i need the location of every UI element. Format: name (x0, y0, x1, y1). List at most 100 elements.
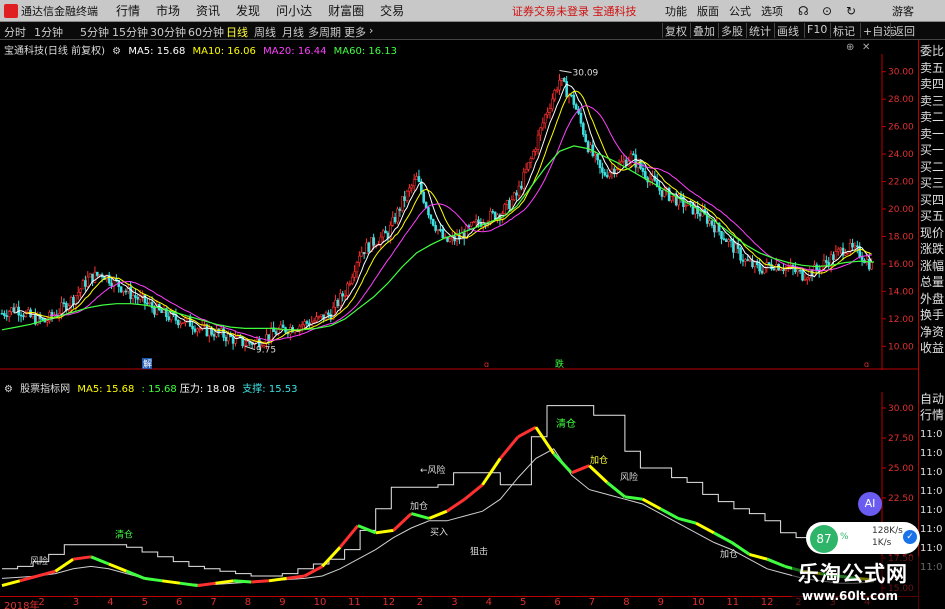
candle-body (851, 242, 854, 248)
candle-body (45, 320, 49, 323)
candle-body (136, 297, 140, 300)
candle-body (679, 194, 683, 198)
zoom-icon[interactable]: ⊕ (846, 42, 854, 53)
ma5-segment (251, 579, 270, 584)
button-f10[interactable]: F10 (804, 23, 829, 38)
candle-body (472, 221, 476, 224)
side-panel-item[interactable]: 买五 (920, 209, 944, 223)
side-panel-item[interactable]: 收益 (920, 341, 944, 355)
candle-body (536, 134, 540, 150)
marker-event: ɑ (864, 360, 869, 369)
period-tab-weekly[interactable]: 周线 (254, 24, 276, 40)
candle-body (227, 333, 230, 342)
side-panel-item[interactable]: 行情 (920, 408, 944, 422)
side-panel-item[interactable]: 涨幅 (920, 259, 944, 273)
x-tick-label: 6 (554, 597, 561, 608)
side-panel-item[interactable]: 买四 (920, 193, 944, 207)
price-chart[interactable]: 30.00 28.00 26.00 24.00 22.00 20.00 18.00 16.00… (0, 54, 918, 370)
lock-icon[interactable]: ⊙ (822, 4, 832, 18)
button-mark[interactable]: 标记 (830, 23, 857, 38)
side-panel-item[interactable]: 买三 (920, 176, 944, 190)
candle-body (31, 314, 35, 318)
side-panel-item[interactable]: 卖三 (920, 94, 944, 108)
side-panel-item[interactable]: 委比 (920, 44, 944, 58)
x-tick-label: 2 (38, 597, 45, 608)
period-tab-30min[interactable]: 30分钟 (150, 24, 186, 40)
ma5-segment (766, 557, 786, 568)
network-speed-widget[interactable]: 87 % 128K/s 1K/s ✓ (806, 522, 920, 554)
side-panel-item[interactable]: 总量 (920, 275, 944, 289)
period-tab-more[interactable]: 更多 (344, 24, 366, 40)
ma5-segment (428, 509, 448, 520)
side-panel-item[interactable]: 自动 (920, 392, 944, 406)
period-tab-monthly[interactable]: 月线 (282, 24, 304, 40)
ma5-segment (534, 426, 555, 455)
candle-body (555, 89, 559, 92)
y-tick-label: 20.00 (888, 205, 914, 215)
menu-item-quotes[interactable]: 行情 (116, 2, 140, 19)
side-panel-item[interactable]: 卖二 (920, 110, 944, 124)
menu-item-news[interactable]: 资讯 (196, 2, 220, 19)
menu-item-discover[interactable]: 发现 (236, 2, 260, 19)
menu-item-ask[interactable]: 问小达 (276, 2, 312, 19)
menu-item-options[interactable]: 选项 (761, 3, 783, 19)
side-panel-item[interactable]: 卖一 (920, 127, 944, 141)
signal-label: 风险 (620, 471, 638, 483)
candle-body (605, 174, 609, 178)
ai-assistant-button[interactable]: AI (858, 492, 882, 516)
y-tick-label: 25.00 (888, 464, 914, 474)
headset-icon[interactable]: ☊ (798, 4, 809, 18)
menu-item-market[interactable]: 市场 (156, 2, 180, 19)
button-overlay[interactable]: 叠加 (690, 23, 717, 38)
chevron-down-icon[interactable]: › (369, 24, 373, 37)
candle-body (346, 283, 349, 296)
period-tab-timeshare[interactable]: 分时 (4, 24, 26, 40)
side-panel-item[interactable]: 买二 (920, 160, 944, 174)
ma5-segment (677, 516, 697, 525)
menu-item-function[interactable]: 功能 (665, 3, 687, 19)
side-panel-item[interactable]: 净资 (920, 325, 944, 339)
candle-body (153, 307, 156, 315)
ma5-segment (552, 452, 573, 474)
close-icon[interactable]: ✕ (862, 42, 870, 53)
side-panel-item[interactable]: 卖四 (920, 77, 944, 91)
period-tab-multi[interactable]: 多周期 (308, 24, 341, 40)
candle-body (562, 77, 566, 82)
period-tab-daily[interactable]: 日线 (226, 24, 248, 40)
side-panel-item[interactable]: 买一 (920, 143, 944, 157)
period-tab-15min[interactable]: 15分钟 (112, 24, 148, 40)
login-notice[interactable]: 证券交易未登录 宝通科技 (512, 3, 637, 19)
period-tab-1min[interactable]: 1分钟 (34, 24, 63, 40)
menu-item-wealth[interactable]: 财富圈 (328, 2, 364, 19)
candle-body (455, 235, 459, 242)
ma5-segment (446, 497, 466, 513)
indicator-chart[interactable]: 30.0027.5025.0022.5020.0017.5015.00风险清仓加… (0, 392, 918, 596)
side-panel-item[interactable]: 外盘 (920, 292, 944, 306)
side-panel-item[interactable]: 涨跌 (920, 242, 944, 256)
x-tick-label: 5 (141, 597, 148, 608)
menu-item-formula[interactable]: 公式 (729, 3, 751, 19)
button-draw[interactable]: 画线 (774, 23, 801, 38)
button-adjust[interactable]: 复权 (662, 23, 689, 38)
candle-body (41, 318, 44, 321)
side-panel-time: 11:0 (920, 524, 943, 535)
button-stats[interactable]: 统计 (746, 23, 773, 38)
side-panel-item[interactable]: 卖五 (920, 61, 944, 75)
y-tick-label: 14.00 (888, 287, 914, 297)
y-tick-label: 30.00 (888, 68, 914, 78)
period-tab-5min[interactable]: 5分钟 (80, 24, 109, 40)
menu-item-layout[interactable]: 版面 (697, 3, 719, 19)
refresh-icon[interactable]: ↻ (846, 4, 856, 18)
guest-label[interactable]: 游客 (892, 3, 914, 19)
side-panel-item[interactable]: 现价 (920, 226, 944, 240)
ma5-segment (641, 497, 662, 511)
menu-item-trade[interactable]: 交易 (380, 2, 404, 19)
period-tab-60min[interactable]: 60分钟 (188, 24, 224, 40)
candle-body (312, 320, 316, 323)
button-back[interactable]: 返回 (890, 23, 917, 38)
candle-body (825, 260, 828, 263)
candle-body (810, 269, 814, 277)
ma5-segment (321, 546, 342, 568)
button-multi-stock[interactable]: 多股 (718, 23, 745, 38)
side-panel-item[interactable]: 换手 (920, 308, 944, 322)
